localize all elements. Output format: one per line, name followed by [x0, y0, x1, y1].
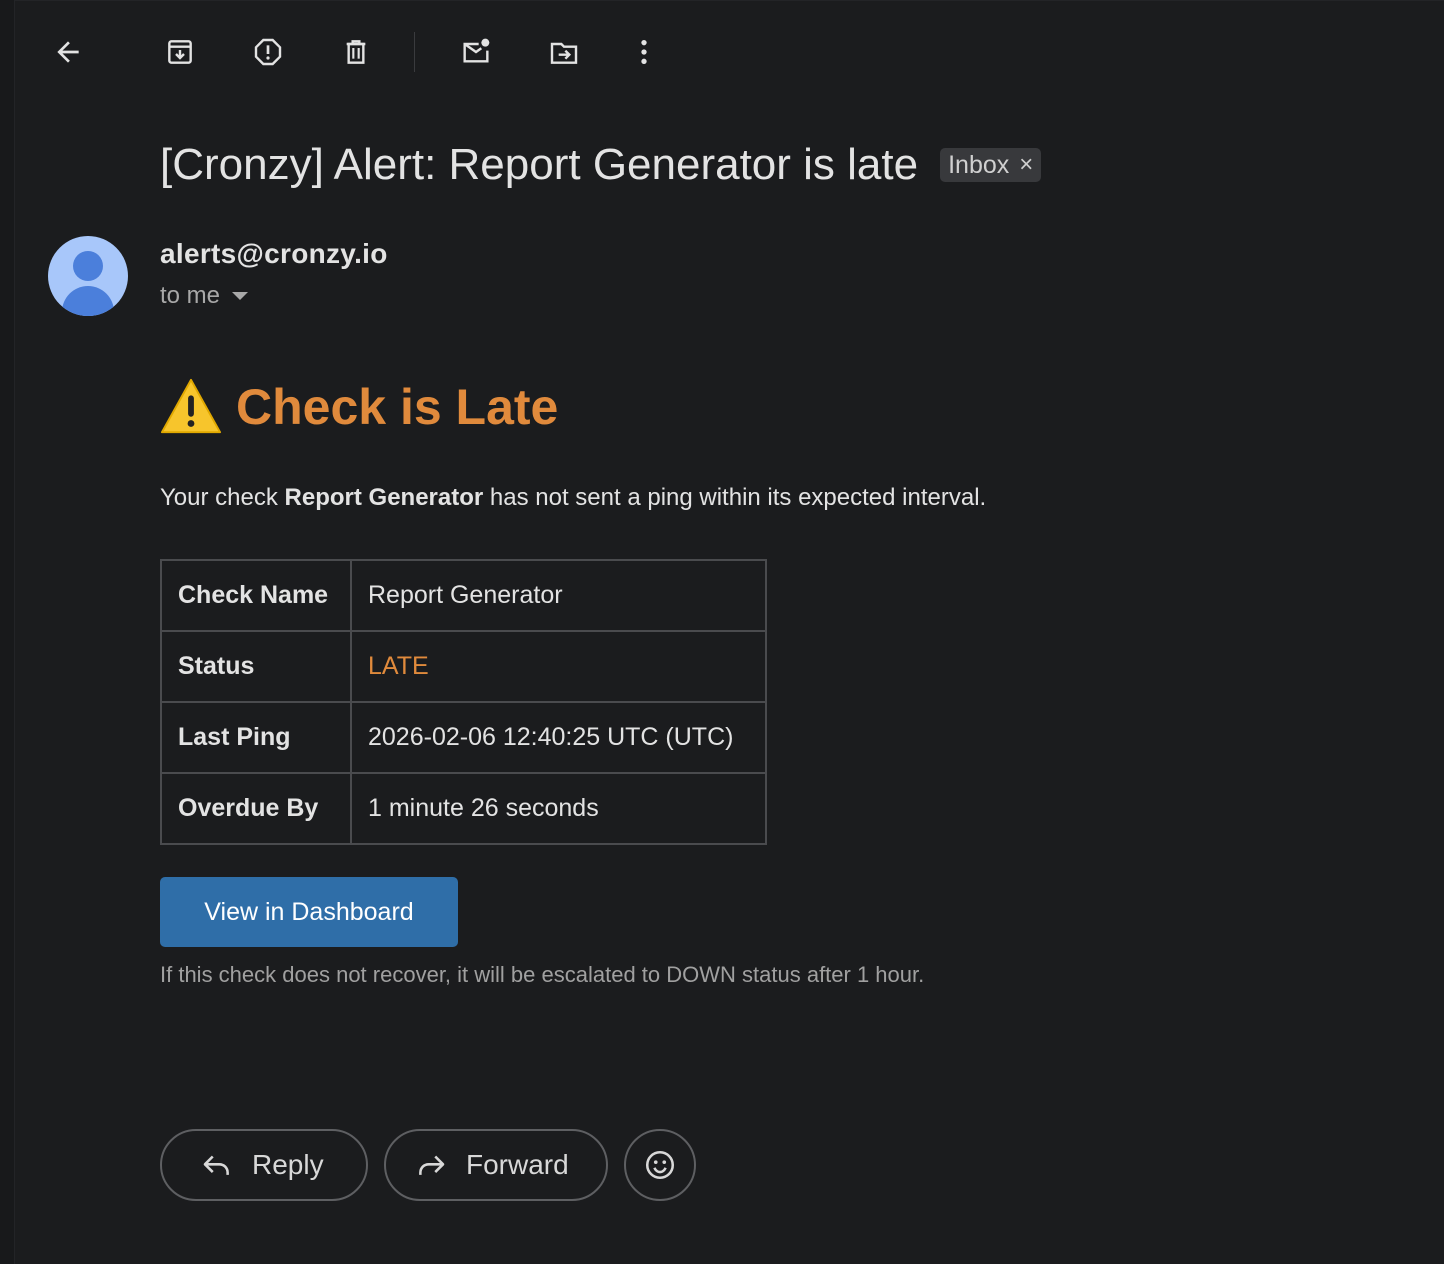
- sender-address[interactable]: alerts@cronzy.io: [160, 238, 388, 270]
- archive-icon[interactable]: [158, 30, 202, 74]
- report-spam-icon[interactable]: [246, 30, 290, 74]
- intro-check-name: Report Generator: [284, 484, 484, 511]
- avatar[interactable]: [48, 236, 128, 316]
- table-row: Status LATE: [160, 630, 767, 703]
- recipient-line: to me: [160, 282, 249, 310]
- intro-suffix: has not sent a ping within its expected …: [483, 484, 987, 511]
- table-row: Check Name Report Generator: [160, 559, 767, 632]
- table-row: Overdue By 1 minute 26 seconds: [160, 772, 767, 845]
- detail-label: Last Ping: [160, 701, 352, 774]
- detail-value: 2026-02-06 12:40:25 UTC (UTC): [350, 701, 767, 774]
- detail-label: Check Name: [160, 559, 352, 632]
- detail-label: Status: [160, 630, 352, 703]
- table-row: Last Ping 2026-02-06 12:40:25 UTC (UTC): [160, 701, 767, 774]
- chevron-down-icon[interactable]: [232, 292, 249, 300]
- recipient-text: to me: [160, 282, 221, 309]
- detail-label: Overdue By: [160, 772, 352, 845]
- alert-headline: Check is Late: [160, 376, 558, 438]
- reply-button[interactable]: Reply: [160, 1129, 368, 1201]
- view-dashboard-button[interactable]: View in Dashboard: [160, 877, 458, 947]
- avatar-head: [73, 251, 103, 281]
- forward-icon: [419, 1155, 445, 1175]
- alert-intro: Your check Report Generator has not sent…: [160, 484, 986, 512]
- move-to-icon[interactable]: [542, 30, 586, 74]
- email-subject-row: [Cronzy] Alert: Report Generator is late…: [160, 140, 1042, 190]
- back-arrow-icon[interactable]: [46, 30, 90, 74]
- escalation-note: If this check does not recover, it will …: [160, 962, 925, 987]
- warning-icon: [160, 378, 222, 434]
- detail-value: 1 minute 26 seconds: [350, 772, 767, 845]
- check-details-table: Check Name Report Generator Status LATE …: [160, 559, 767, 845]
- emoji-react-button[interactable]: [624, 1129, 696, 1201]
- reply-label: Reply: [252, 1149, 324, 1180]
- email-subject: [Cronzy] Alert: Report Generator is late: [160, 140, 919, 189]
- mark-unread-icon[interactable]: [454, 30, 498, 74]
- intro-prefix: Your check: [160, 484, 285, 511]
- status-value: LATE: [350, 630, 767, 703]
- remove-label-icon[interactable]: ×: [1019, 151, 1033, 179]
- smiley-icon: [645, 1150, 675, 1180]
- forward-button[interactable]: Forward: [384, 1129, 608, 1201]
- alert-title: Check is Late: [236, 379, 559, 435]
- reply-icon: [203, 1155, 229, 1175]
- inbox-label: Inbox: [948, 150, 1010, 179]
- inbox-label-chip[interactable]: Inbox ×: [940, 148, 1042, 182]
- delete-icon[interactable]: [334, 30, 378, 74]
- forward-label: Forward: [466, 1149, 569, 1180]
- avatar-body: [62, 286, 114, 316]
- more-vert-icon[interactable]: [622, 30, 666, 74]
- detail-value: Report Generator: [350, 559, 767, 632]
- toolbar-divider: [414, 32, 415, 72]
